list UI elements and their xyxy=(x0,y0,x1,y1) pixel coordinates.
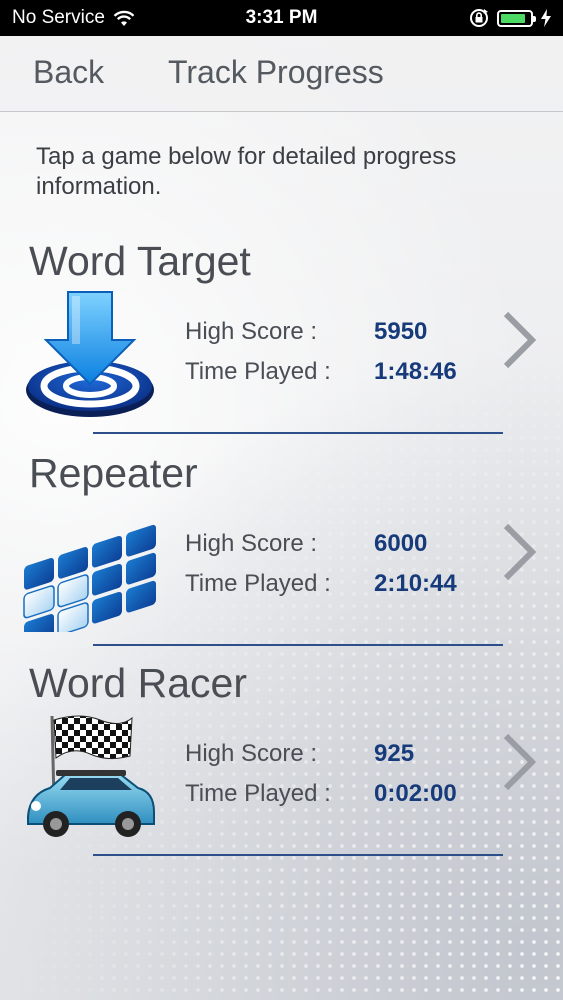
battery-fill xyxy=(501,13,525,23)
instructions-text: Tap a game below for detailed progress i… xyxy=(36,143,457,200)
game-title: Word Target xyxy=(29,238,251,284)
race-car-flag-icon xyxy=(27,715,155,837)
divider xyxy=(93,644,503,646)
status-left: No Service xyxy=(12,7,135,29)
divider xyxy=(93,432,503,434)
battery-icon xyxy=(497,9,536,27)
game-title: Repeater xyxy=(29,450,198,496)
page-title: Track Progress xyxy=(168,54,384,90)
high-score-value: 925 xyxy=(374,740,415,767)
high-score-label: High Score : xyxy=(185,740,318,767)
time-played-label: Time Played : xyxy=(185,780,331,807)
charging-icon xyxy=(541,9,551,27)
back-button[interactable]: Back xyxy=(33,54,104,91)
time-played-label: Time Played : xyxy=(185,358,331,385)
high-score-value: 6000 xyxy=(374,530,428,557)
high-score-label: High Score : xyxy=(185,318,318,345)
divider xyxy=(93,854,503,856)
game-row-word-racer[interactable]: Word Racer High Score : 925 Time Played … xyxy=(0,660,563,865)
high-score-value: 5950 xyxy=(374,318,428,345)
status-right xyxy=(469,8,551,28)
game-row-repeater[interactable]: Repeater High Score : 6000 Time Played:… xyxy=(0,450,563,655)
wifi-icon xyxy=(113,10,135,26)
game-row-word-target[interactable]: Word Target High Score : 5950 Time Playe… xyxy=(0,238,563,443)
chevron-right-icon xyxy=(503,311,537,369)
navigation-bar: Back Track Progress xyxy=(0,36,563,112)
game-title: Word Racer xyxy=(29,660,247,706)
chevron-right-icon xyxy=(503,523,537,581)
target-arrow-icon xyxy=(26,291,154,417)
chevron-right-icon xyxy=(503,733,537,791)
high-score-label: High Score : xyxy=(185,530,318,557)
time-played-value: 0:02:00 xyxy=(374,780,457,807)
time-played-value: 2:10:44 xyxy=(374,570,457,597)
rotation-lock-icon xyxy=(470,9,488,27)
status-bar: No Service 3:31 PM xyxy=(0,0,563,36)
tile-grid-icon xyxy=(23,524,156,632)
carrier-label: No Service xyxy=(12,7,105,28)
time-played-label: Time Played : xyxy=(185,570,331,597)
time-played-value: 1:48:46 xyxy=(374,358,457,385)
